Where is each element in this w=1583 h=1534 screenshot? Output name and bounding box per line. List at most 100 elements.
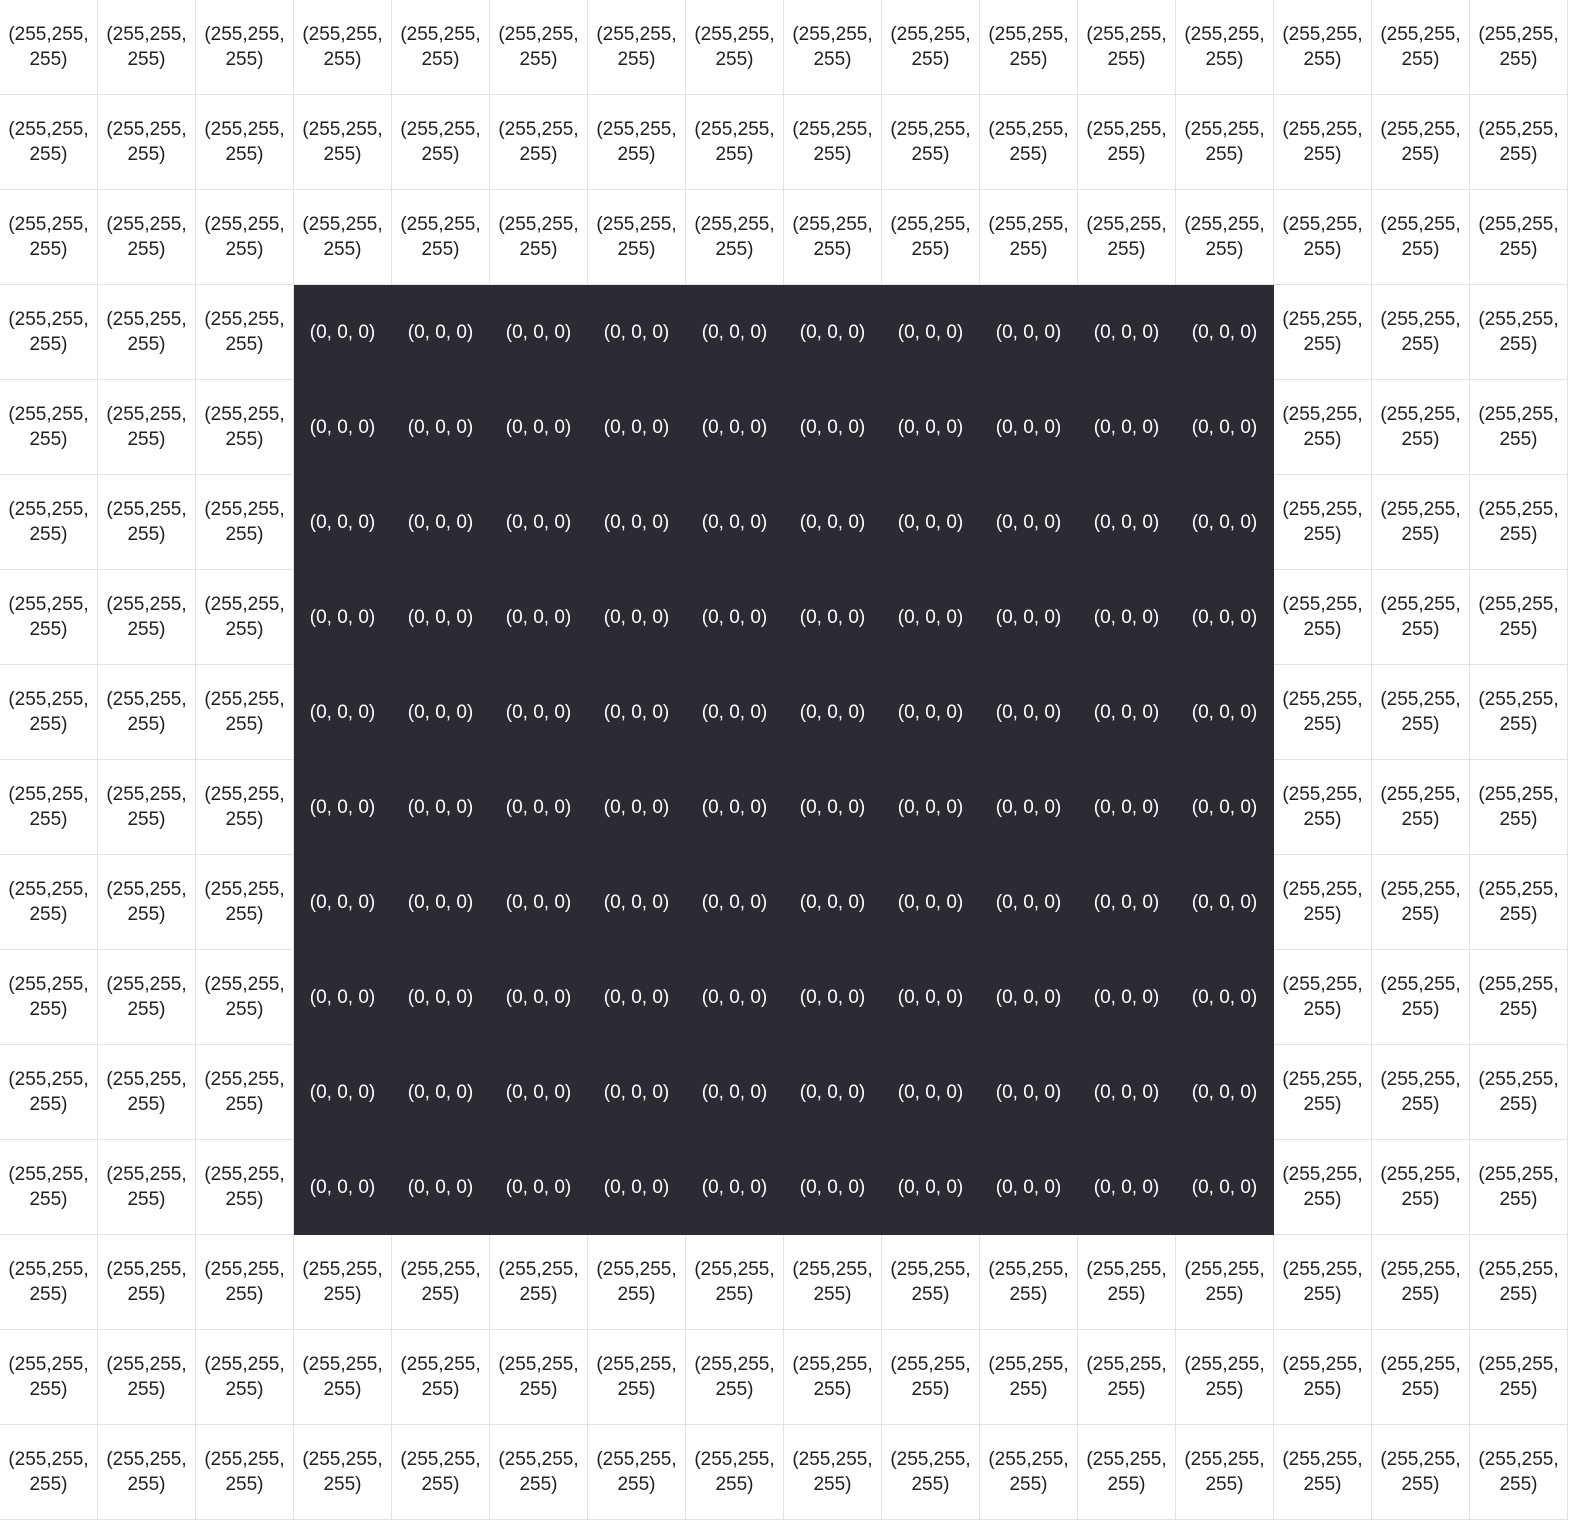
- pixel-value-label: (255,255, 255): [8, 974, 89, 1020]
- pixel-value-label: (255,255, 255): [204, 214, 285, 260]
- pixel-value-label: (0, 0, 0): [701, 321, 768, 343]
- pixel-cell-white: (255,255, 255): [1372, 1330, 1470, 1425]
- pixel-cell-white: (255,255, 255): [1078, 95, 1176, 190]
- pixel-value-label: (0, 0, 0): [897, 511, 964, 533]
- pixel-value-label: (255,255, 255): [1184, 1259, 1265, 1305]
- pixel-value-label: (0, 0, 0): [309, 986, 376, 1008]
- pixel-cell-white: (255,255, 255): [784, 1235, 882, 1330]
- pixel-cell-white: (255,255, 255): [588, 1235, 686, 1330]
- pixel-cell-black: (0, 0, 0): [882, 855, 980, 950]
- pixel-cell-black: (0, 0, 0): [686, 665, 784, 760]
- pixel-cell-black: (0, 0, 0): [490, 475, 588, 570]
- pixel-cell-white: (255,255, 255): [1274, 1235, 1372, 1330]
- pixel-cell-white: (255,255, 255): [0, 570, 98, 665]
- pixel-cell-white: (255,255, 255): [0, 1235, 98, 1330]
- pixel-value-label: (255,255, 255): [400, 1449, 481, 1495]
- pixel-cell-black: (0, 0, 0): [490, 855, 588, 950]
- pixel-cell-white: (255,255, 255): [784, 1330, 882, 1425]
- pixel-cell-black: (0, 0, 0): [392, 380, 490, 475]
- pixel-cell-white: (255,255, 255): [1274, 570, 1372, 665]
- pixel-cell-black: (0, 0, 0): [882, 285, 980, 380]
- pixel-value-label: (0, 0, 0): [603, 891, 670, 913]
- pixel-value-label: (255,255, 255): [1478, 309, 1559, 355]
- pixel-cell-white: (255,255, 255): [588, 0, 686, 95]
- pixel-value-label: (0, 0, 0): [309, 891, 376, 913]
- pixel-cell-white: (255,255, 255): [1372, 570, 1470, 665]
- pixel-value-label: (255,255, 255): [204, 24, 285, 70]
- pixel-value-label: (0, 0, 0): [799, 1176, 866, 1198]
- pixel-cell-white: (255,255, 255): [1372, 760, 1470, 855]
- pixel-value-label: (255,255, 255): [106, 214, 187, 260]
- pixel-cell-black: (0, 0, 0): [294, 950, 392, 1045]
- pixel-value-label: (255,255, 255): [1282, 1164, 1363, 1210]
- pixel-value-label: (255,255, 255): [106, 119, 187, 165]
- pixel-cell-black: (0, 0, 0): [392, 1140, 490, 1235]
- pixel-cell-white: (255,255, 255): [980, 1425, 1078, 1520]
- pixel-value-label: (255,255, 255): [694, 214, 775, 260]
- pixel-value-label: (255,255, 255): [498, 214, 579, 260]
- pixel-cell-black: (0, 0, 0): [686, 1045, 784, 1140]
- pixel-value-label: (255,255, 255): [1478, 499, 1559, 545]
- pixel-value-label: (255,255, 255): [1478, 784, 1559, 830]
- pixel-cell-white: (255,255, 255): [686, 95, 784, 190]
- pixel-cell-white: (255,255, 255): [1176, 0, 1274, 95]
- pixel-cell-white: (255,255, 255): [1372, 285, 1470, 380]
- pixel-value-label: (255,255, 255): [1282, 1069, 1363, 1115]
- pixel-value-label: (0, 0, 0): [309, 321, 376, 343]
- pixel-cell-white: (255,255, 255): [1274, 760, 1372, 855]
- pixel-value-label: (255,255, 255): [988, 1259, 1069, 1305]
- pixel-value-label: (255,255, 255): [106, 1164, 187, 1210]
- pixel-value-label: (0, 0, 0): [897, 701, 964, 723]
- pixel-value-label: (0, 0, 0): [1191, 511, 1258, 533]
- pixel-cell-white: (255,255, 255): [588, 1330, 686, 1425]
- pixel-cell-white: (255,255, 255): [882, 95, 980, 190]
- pixel-value-label: (0, 0, 0): [799, 796, 866, 818]
- pixel-cell-white: (255,255, 255): [1274, 1330, 1372, 1425]
- pixel-value-label: (255,255, 255): [1380, 404, 1461, 450]
- pixel-value-label: (255,255, 255): [694, 119, 775, 165]
- pixel-cell-black: (0, 0, 0): [294, 665, 392, 760]
- pixel-cell-white: (255,255, 255): [1372, 475, 1470, 570]
- pixel-value-label: (255,255, 255): [1380, 24, 1461, 70]
- pixel-cell-black: (0, 0, 0): [784, 380, 882, 475]
- pixel-value-label: (255,255, 255): [1282, 879, 1363, 925]
- pixel-value-label: (255,255, 255): [1380, 784, 1461, 830]
- pixel-value-label: (255,255, 255): [694, 1259, 775, 1305]
- pixel-cell-black: (0, 0, 0): [980, 475, 1078, 570]
- pixel-value-label: (0, 0, 0): [505, 1176, 572, 1198]
- pixel-value-label: (255,255, 255): [302, 1354, 383, 1400]
- pixel-value-label: (255,255, 255): [8, 689, 89, 735]
- pixel-cell-black: (0, 0, 0): [588, 475, 686, 570]
- pixel-cell-white: (255,255, 255): [1470, 950, 1568, 1045]
- pixel-cell-black: (0, 0, 0): [784, 285, 882, 380]
- pixel-cell-white: (255,255, 255): [1176, 95, 1274, 190]
- pixel-cell-white: (255,255, 255): [1274, 285, 1372, 380]
- pixel-value-label: (255,255, 255): [1282, 214, 1363, 260]
- pixel-value-label: (255,255, 255): [1086, 119, 1167, 165]
- pixel-cell-white: (255,255, 255): [0, 380, 98, 475]
- pixel-cell-black: (0, 0, 0): [294, 760, 392, 855]
- pixel-value-label: (255,255, 255): [1282, 499, 1363, 545]
- pixel-cell-white: (255,255, 255): [1176, 190, 1274, 285]
- pixel-value-label: (0, 0, 0): [701, 1176, 768, 1198]
- pixel-cell-white: (255,255, 255): [196, 1045, 294, 1140]
- pixel-value-label: (255,255, 255): [1478, 1069, 1559, 1115]
- pixel-cell-white: (255,255, 255): [490, 0, 588, 95]
- pixel-value-label: (255,255, 255): [694, 1354, 775, 1400]
- pixel-value-label: (0, 0, 0): [799, 986, 866, 1008]
- pixel-value-label: (255,255, 255): [302, 1449, 383, 1495]
- pixel-cell-white: (255,255, 255): [588, 190, 686, 285]
- pixel-value-label: (0, 0, 0): [897, 1176, 964, 1198]
- pixel-cell-white: (255,255, 255): [1372, 665, 1470, 760]
- pixel-value-label: (255,255, 255): [302, 24, 383, 70]
- pixel-value-label: (255,255, 255): [204, 1354, 285, 1400]
- pixel-cell-white: (255,255, 255): [98, 760, 196, 855]
- pixel-value-label: (0, 0, 0): [1093, 986, 1160, 1008]
- pixel-value-label: (255,255, 255): [1380, 594, 1461, 640]
- pixel-cell-white: (255,255, 255): [1470, 665, 1568, 760]
- pixel-value-label: (0, 0, 0): [505, 701, 572, 723]
- pixel-value-label: (0, 0, 0): [995, 511, 1062, 533]
- pixel-value-label: (255,255, 255): [498, 119, 579, 165]
- pixel-value-label: (0, 0, 0): [1191, 986, 1258, 1008]
- pixel-value-label: (0, 0, 0): [897, 1081, 964, 1103]
